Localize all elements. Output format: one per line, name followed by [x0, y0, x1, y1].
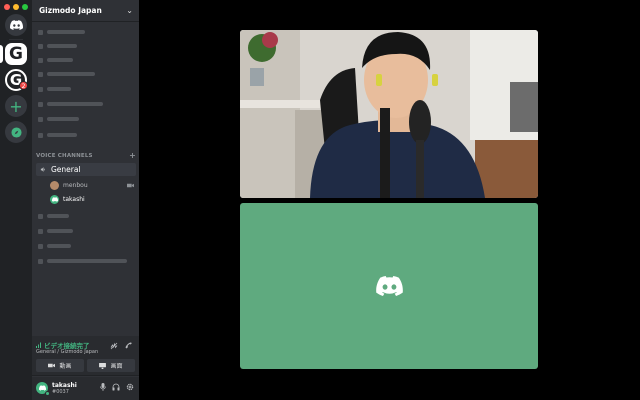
server-letter: G	[9, 44, 23, 64]
discord-logo-icon	[9, 20, 23, 30]
plus-icon: +	[9, 96, 23, 116]
video-button-label: 動画	[59, 363, 72, 370]
voice-channel-general[interactable]: General	[36, 163, 136, 176]
voice-panel-controls	[110, 342, 133, 350]
obscured-channel[interactable]	[38, 70, 95, 78]
disconnect-icon[interactable]	[125, 342, 133, 350]
chevron-down-icon: ⌄	[126, 6, 133, 15]
voice-member-menbou[interactable]: menbou	[50, 179, 136, 191]
compass-icon	[10, 126, 22, 138]
server-name: Gizmodo Japan	[39, 6, 102, 15]
add-server-button[interactable]: +	[5, 95, 27, 117]
noise-suppression-icon[interactable]	[110, 342, 118, 350]
speaker-icon	[40, 167, 45, 172]
selected-server-indicator	[0, 45, 3, 63]
user-panel: takashi #0037	[32, 377, 139, 400]
screen-share-button-label: 画面	[110, 363, 123, 370]
server-header[interactable]: Gizmodo Japan ⌄	[32, 0, 139, 22]
window-controls	[4, 4, 28, 10]
headphones-icon[interactable]	[112, 383, 120, 391]
username: takashi	[52, 382, 77, 389]
obscured-channel[interactable]	[38, 56, 73, 64]
video-tile-menbou[interactable]	[240, 30, 538, 198]
voice-connection-panel: ビデオ接続完了 General / Gizmodo Japan 動画 画面	[32, 336, 139, 376]
home-button[interactable]	[5, 14, 27, 36]
voice-channel-name: General	[51, 165, 81, 174]
obscured-channel[interactable]	[38, 131, 77, 139]
obscured-channel[interactable]	[38, 115, 79, 123]
discord-logo-icon	[38, 385, 46, 391]
voice-location: General / Gizmodo Japan	[36, 349, 99, 355]
online-status-dot	[45, 391, 50, 396]
rail-separator	[9, 39, 23, 40]
obscured-channel[interactable]	[38, 85, 71, 93]
user-controls	[100, 383, 134, 391]
video-tile-takashi[interactable]	[240, 203, 538, 369]
obscured-channel[interactable]	[38, 242, 71, 250]
camera-icon	[127, 183, 134, 187]
obscured-channel[interactable]	[38, 227, 73, 235]
obscured-channel[interactable]	[38, 100, 103, 108]
close-window-button[interactable]	[4, 4, 10, 10]
webcam-video-feed	[240, 30, 538, 198]
explore-servers-button[interactable]	[5, 121, 27, 143]
user-tag: #0037	[52, 389, 69, 395]
obscured-channel[interactable]	[38, 28, 85, 36]
obscured-channel[interactable]	[38, 257, 127, 265]
discord-logo-icon	[51, 196, 58, 202]
avatar	[50, 194, 59, 204]
member-name: takashi	[63, 195, 85, 203]
plus-icon[interactable]: +	[129, 152, 136, 160]
screen-share-button[interactable]: 画面	[87, 359, 135, 372]
signal-icon	[36, 342, 41, 348]
server-gizmodo-japan[interactable]: G	[5, 43, 27, 65]
obscured-channel[interactable]	[38, 42, 77, 50]
microphone-icon[interactable]	[100, 383, 106, 391]
obscured-channel[interactable]	[38, 212, 69, 220]
voice-channels-category[interactable]: VOICE CHANNELS +	[36, 152, 136, 160]
server-rail: G G 2 +	[0, 0, 32, 400]
discord-logo-icon	[375, 276, 403, 296]
avatar	[50, 180, 59, 190]
mention-badge: 2	[19, 81, 28, 90]
screen-share-icon	[99, 362, 107, 369]
category-label: VOICE CHANNELS	[36, 153, 93, 159]
camera-icon	[48, 363, 56, 368]
minimize-window-button[interactable]	[13, 4, 19, 10]
member-name: menbou	[63, 181, 88, 189]
video-button[interactable]: 動画	[36, 359, 84, 372]
gear-icon[interactable]	[126, 383, 134, 391]
zoom-window-button[interactable]	[22, 4, 28, 10]
voice-member-takashi[interactable]: takashi	[50, 193, 136, 205]
video-stage	[139, 0, 640, 400]
